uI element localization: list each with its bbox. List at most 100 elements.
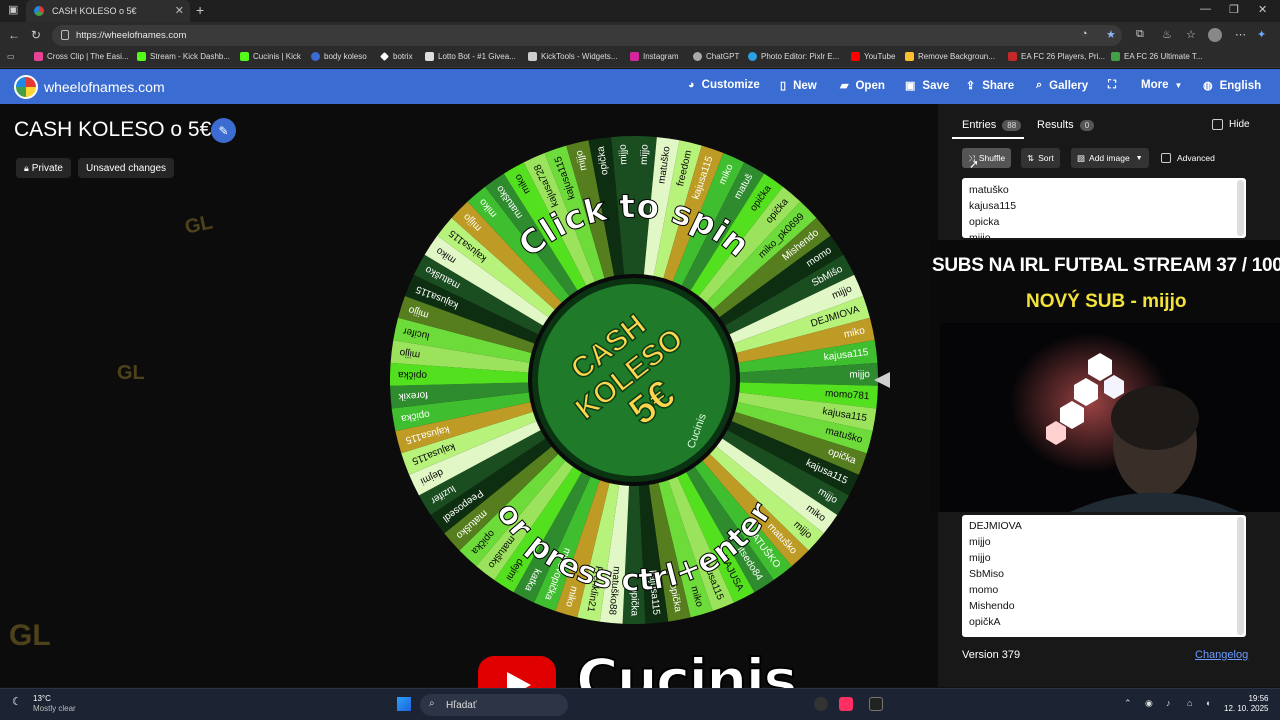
menu-gallery[interactable]: ⌕ Gallery (1036, 79, 1088, 92)
close-tab-icon[interactable]: ✕ (175, 4, 184, 17)
tab-actions-icon[interactable]: ▣ (8, 3, 18, 16)
menu-new[interactable]: ▯ New (780, 79, 817, 93)
sort-button[interactable]: ⇅ Sort (1021, 148, 1060, 168)
watermark-logo: GL (117, 362, 145, 384)
search-icon: ⌕ (1036, 79, 1043, 91)
taskbar-search[interactable]: ⌕ Hľadať (420, 694, 568, 716)
windows-taskbar: ☾ 13°C Mostly clear ⌕ Hľadať 19:56 12. 10. 2… (0, 688, 1280, 720)
bookmark-0[interactable]: Cross Clip | The Easi... (34, 52, 129, 61)
wheel-slice-label: mijjo (618, 144, 630, 165)
bookmark-7[interactable]: Instagram (630, 52, 679, 61)
private-chip[interactable]: 🔒︎ Private (16, 158, 71, 178)
menu-save[interactable]: ▣ Save (905, 79, 949, 93)
entry-line: mijjo (969, 552, 991, 564)
back-icon[interactable]: ← (8, 28, 20, 42)
entries-textarea[interactable]: matuško kajusa115 opicka mijjo (962, 178, 1246, 238)
bookmark-11[interactable]: Remove Backgroun... (905, 52, 995, 61)
botrix-icon (380, 52, 389, 61)
checkbox-icon (1161, 153, 1171, 163)
copilot-icon[interactable]: ✦ (1257, 28, 1266, 41)
url-text: https://wheelofnames.com (76, 30, 187, 41)
maximize-icon[interactable]: ❐ (1229, 3, 1239, 16)
close-window-icon[interactable]: ✕ (1258, 3, 1267, 16)
edit-title-button[interactable]: ✎ (211, 118, 236, 143)
tray-expand-icon[interactable]: ⌃ (1124, 698, 1132, 709)
unsaved-chip: Unsaved changes (78, 158, 175, 178)
windows-start-icon[interactable] (397, 697, 411, 711)
new-tab-icon[interactable]: + (196, 2, 204, 18)
menu-open[interactable]: ▰ Open (840, 79, 885, 93)
taskbar-app-icon[interactable] (814, 697, 828, 711)
volume-icon[interactable]: ◖ (1205, 698, 1210, 708)
folder-icon: ▰ (840, 80, 849, 92)
tray-app-icon[interactable]: ◉ (1145, 698, 1153, 709)
checkbox-icon (1212, 119, 1223, 130)
tiktok-taskbar-icon[interactable] (839, 697, 853, 711)
entry-line: momo (969, 584, 999, 596)
bookmark-13[interactable]: EA FC 26 Ultimate T... (1111, 52, 1203, 61)
fullscreen-icon[interactable]: ⛶ (1108, 79, 1116, 92)
weather-widget[interactable]: ☾ 13°C Mostly clear (12, 694, 76, 714)
favorite-star-icon[interactable]: ★ (1106, 28, 1116, 41)
entry-line: SbMiso (969, 568, 1005, 580)
bookmark-4[interactable]: botrix (380, 52, 413, 61)
new-sub-text: NOVÝ SUB - mijjo (1026, 291, 1187, 312)
menu-more[interactable]: More ▼ (1141, 79, 1182, 91)
version-label: Version 379 (962, 649, 1021, 661)
spinning-wheel[interactable]: mijjo matuško freedom kajusa115 miko matuš opi… (378, 136, 910, 631)
wheel-icon (311, 52, 320, 61)
chevron-down-icon: ▼ (1174, 80, 1183, 90)
bookmark-10[interactable]: YouTube (851, 52, 895, 61)
wheel-svg[interactable]: mijjo matuško freedomkajusa115 mikomatušopi… (378, 136, 910, 626)
bookmark-8[interactable]: ChatGPT (693, 52, 739, 61)
tab-entries[interactable]: Entries 88 (962, 119, 1022, 131)
menu-share[interactable]: ⇪ Share (966, 79, 1014, 93)
lock-icon (61, 30, 69, 40)
system-clock[interactable]: 19:56 12. 10. 2025 (1224, 694, 1268, 714)
add-image-button[interactable]: ▨ Add image ▼ (1071, 148, 1149, 168)
profile-avatar[interactable] (1208, 28, 1222, 42)
bookmark-12[interactable]: EA FC 26 Players, Pri... (1008, 52, 1105, 61)
advanced-checkbox[interactable]: Advanced (1155, 148, 1221, 168)
new-file-icon: ▯ (780, 80, 787, 92)
bookmark-6[interactable]: KickTools - Widgets... (528, 52, 617, 61)
minimize-icon[interactable]: — (1200, 3, 1211, 15)
hide-checkbox[interactable]: Hide (1212, 119, 1250, 130)
settings-more-icon[interactable]: ⋯ (1235, 28, 1246, 41)
futbin-icon (1111, 52, 1120, 61)
menu-customize[interactable]: ◕ Customize (688, 79, 760, 91)
browser-tab[interactable]: CASH KOLESO o 5€ ✕ (26, 0, 190, 22)
image-icon: ▨ (1077, 152, 1086, 163)
site-logo-icon[interactable] (14, 75, 38, 99)
sub-goal-text: SUBS NA IRL FUTBAL STREAM 37 / 100 (932, 255, 1280, 276)
bookmark-1[interactable]: Stream - Kick Dashb... (137, 52, 230, 61)
entry-line: kajusa115 (969, 200, 1017, 212)
bookmarks-menu-icon[interactable]: ▭ (7, 52, 15, 61)
ea-fc-icon (1008, 52, 1017, 61)
microphone-icon[interactable]: ♪ (1166, 698, 1171, 708)
kick-icon (137, 52, 146, 61)
network-icon[interactable]: ⌂ (1187, 698, 1192, 708)
entries-scrollbar[interactable] (1237, 180, 1244, 236)
url-field[interactable]: https://wheelofnames.com (52, 25, 1122, 46)
entries-scrollbar[interactable] (1237, 517, 1244, 635)
results-count-badge: 0 (1079, 119, 1095, 131)
taskbar-app-icon[interactable] (869, 697, 883, 711)
sort-icon: ⇅ (1027, 152, 1035, 163)
tab-title: CASH KOLESO o 5€ (52, 6, 137, 16)
menu-language[interactable]: ◍ English (1203, 79, 1261, 93)
performance-icon[interactable]: ♨ (1162, 28, 1172, 41)
read-mode-icon[interactable]: ◔ (1081, 28, 1088, 40)
tab-results[interactable]: Results 0 (1037, 119, 1095, 131)
chatgpt-icon (693, 52, 702, 61)
changelog-link[interactable]: Changelog (1195, 649, 1248, 661)
bookmark-3[interactable]: body koleso (311, 52, 367, 61)
bookmark-2[interactable]: Cucinis | Kick (240, 52, 301, 61)
entries-textarea-lower[interactable]: DEJMIOVA mijjo mijjo SbMiso momo Mishend… (962, 515, 1246, 637)
favorites-icon[interactable]: ☆ (1186, 28, 1196, 41)
site-name[interactable]: wheelofnames.com (44, 79, 165, 95)
reload-icon[interactable]: ↻ (31, 28, 41, 42)
extensions-icon[interactable]: ⧉ (1136, 28, 1144, 41)
bookmark-9[interactable]: Photo Editor: Pixlr E... (748, 52, 839, 61)
bookmark-5[interactable]: Lotto Bot - #1 Givea... (425, 52, 516, 61)
